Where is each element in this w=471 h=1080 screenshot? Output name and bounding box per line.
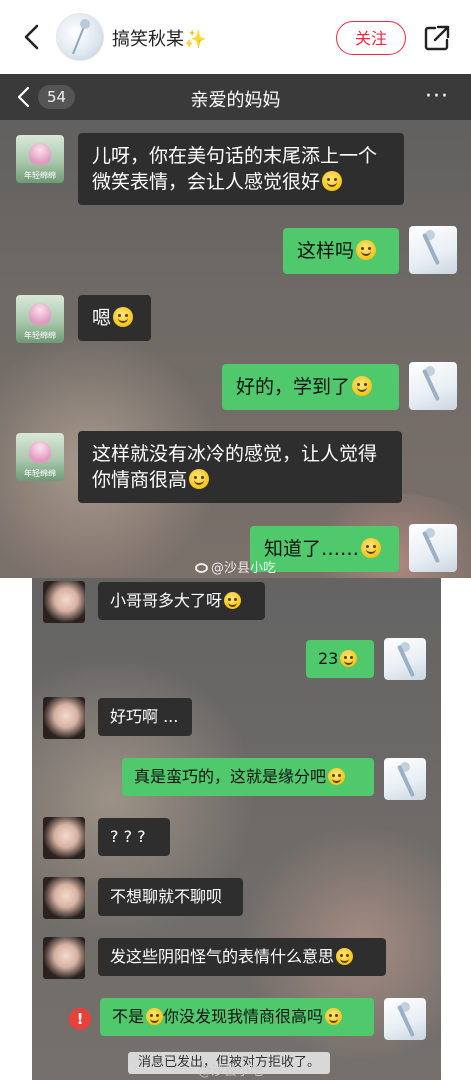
smile-emoji-icon — [340, 650, 358, 667]
watermark: @沙县小吃 — [195, 557, 276, 576]
message-text: 这样就没有冰冷的感觉，让人觉得 — [92, 443, 378, 465]
contact-avatar[interactable] — [43, 697, 85, 739]
lotus-icon — [29, 441, 51, 463]
follow-button[interactable]: 关注 — [336, 21, 406, 55]
chat-screenshot-mom: 54 亲爱的妈妈 ··· 年轻绵绵 儿呀，你在美句话的末尾添上一个 微笑表情，会… — [0, 74, 471, 578]
self-avatar[interactable] — [384, 998, 426, 1040]
message-bubble: 好的，学到了 — [222, 364, 399, 410]
message-bubble: 发这些阴阳怪气的表情什么意思 — [98, 938, 386, 976]
message-text: ? ? ? — [110, 827, 146, 846]
message-bubble: 23 — [306, 640, 374, 678]
back-icon[interactable] — [20, 22, 44, 52]
message-text: 23 — [318, 649, 339, 668]
message-bubble: 真是蛮巧的，这就是缘分吧 — [122, 758, 374, 796]
message-bubble: 这样就没有冰冷的感觉，让人觉得 你情商很高 — [78, 431, 402, 503]
watermark: @沙县小吃 — [198, 1060, 263, 1079]
contact-avatar[interactable] — [43, 937, 85, 979]
message-bubble: ? ? ? — [98, 818, 170, 856]
smile-emoji-icon — [325, 1008, 343, 1025]
smile-emoji-icon — [322, 171, 343, 191]
share-icon[interactable] — [423, 24, 451, 52]
message-bubble: 儿呀，你在美句话的末尾添上一个 微笑表情，会让人感觉很好 — [78, 133, 404, 205]
self-avatar[interactable] — [384, 638, 426, 680]
author-avatar[interactable] — [56, 13, 104, 61]
contact-avatar[interactable] — [43, 581, 85, 623]
self-avatar[interactable] — [409, 524, 457, 572]
author-name[interactable]: 搞笑秋某✨ — [112, 25, 206, 51]
avatar-caption: 年轻绵绵 — [24, 171, 56, 180]
smile-emoji-icon — [113, 307, 134, 327]
contact-avatar[interactable]: 年轻绵绵 — [16, 295, 64, 343]
message-text: 不是 — [112, 1007, 145, 1026]
smile-emoji-icon — [361, 538, 382, 558]
self-avatar[interactable] — [409, 226, 457, 274]
contact-avatar[interactable]: 年轻绵绵 — [16, 135, 64, 183]
message-text: 好巧啊 ... — [110, 707, 179, 726]
smile-emoji-icon — [189, 469, 210, 489]
message-text: 你没发现我情商很高吗 — [163, 1007, 324, 1026]
message-bubble: 嗯 — [78, 295, 151, 341]
chat-title: 亲爱的妈妈 — [190, 90, 281, 111]
smile-emoji-icon — [328, 768, 346, 785]
message-bubble: 这样吗 — [283, 228, 399, 274]
message-text: 这样吗 — [297, 240, 355, 262]
message-text: 真是蛮巧的，这就是缘分吧 — [134, 767, 327, 786]
message-bubble: 小哥哥多大了呀 — [98, 582, 265, 620]
watermark-text: @沙县小吃 — [198, 1064, 264, 1079]
message-text: 微笑表情，会让人感觉很好 — [92, 171, 321, 193]
message-text: 小哥哥多大了呀 — [110, 591, 223, 610]
contact-avatar[interactable] — [43, 817, 85, 859]
message-bubble: 好巧啊 ... — [98, 698, 192, 736]
smile-emoji-icon — [352, 376, 373, 396]
chat-screenshot-stranger: 小哥哥多大了呀 23 好巧啊 ... 真是蛮巧的，这就是缘分吧 ? ? ? 不想… — [32, 578, 441, 1080]
smile-emoji-icon — [336, 948, 354, 965]
message-text: 儿呀，你在美句话的末尾添上一个 — [92, 145, 378, 167]
post-top-bar: 搞笑秋某✨ 关注 — [0, 0, 471, 74]
contact-avatar[interactable]: 年轻绵绵 — [16, 433, 64, 481]
smile-emoji-icon — [224, 592, 242, 609]
watermark-text: @沙县小吃 — [211, 561, 277, 576]
contact-avatar[interactable] — [43, 877, 85, 919]
message-text: 你情商很高 — [92, 469, 188, 491]
message-bubble: 不想聊就不聊呗 — [98, 878, 243, 916]
smile-emoji-icon — [356, 240, 377, 260]
self-avatar[interactable] — [384, 758, 426, 800]
message-text: 不想聊就不聊呗 — [110, 887, 223, 906]
lotus-icon — [29, 303, 51, 325]
self-avatar[interactable] — [409, 362, 457, 410]
lotus-icon — [29, 143, 51, 165]
chat-header: 54 亲爱的妈妈 ··· — [0, 74, 471, 120]
weibo-icon — [195, 563, 208, 573]
message-bubble: 不是 你没发现我情商很高吗 — [100, 998, 374, 1036]
avatar-flower-icon — [72, 19, 90, 55]
more-options-icon[interactable]: ··· — [425, 84, 449, 109]
smile-emoji-icon — [146, 1008, 164, 1025]
message-text: 嗯 — [92, 307, 112, 329]
message-text: 知道了…… — [264, 538, 360, 560]
send-failed-icon[interactable]: ! — [69, 1008, 91, 1030]
message-text: 好的，学到了 — [236, 376, 351, 398]
message-text: 发这些阴阳怪气的表情什么意思 — [110, 947, 335, 966]
avatar-caption: 年轻绵绵 — [24, 469, 56, 478]
avatar-caption: 年轻绵绵 — [24, 331, 56, 340]
